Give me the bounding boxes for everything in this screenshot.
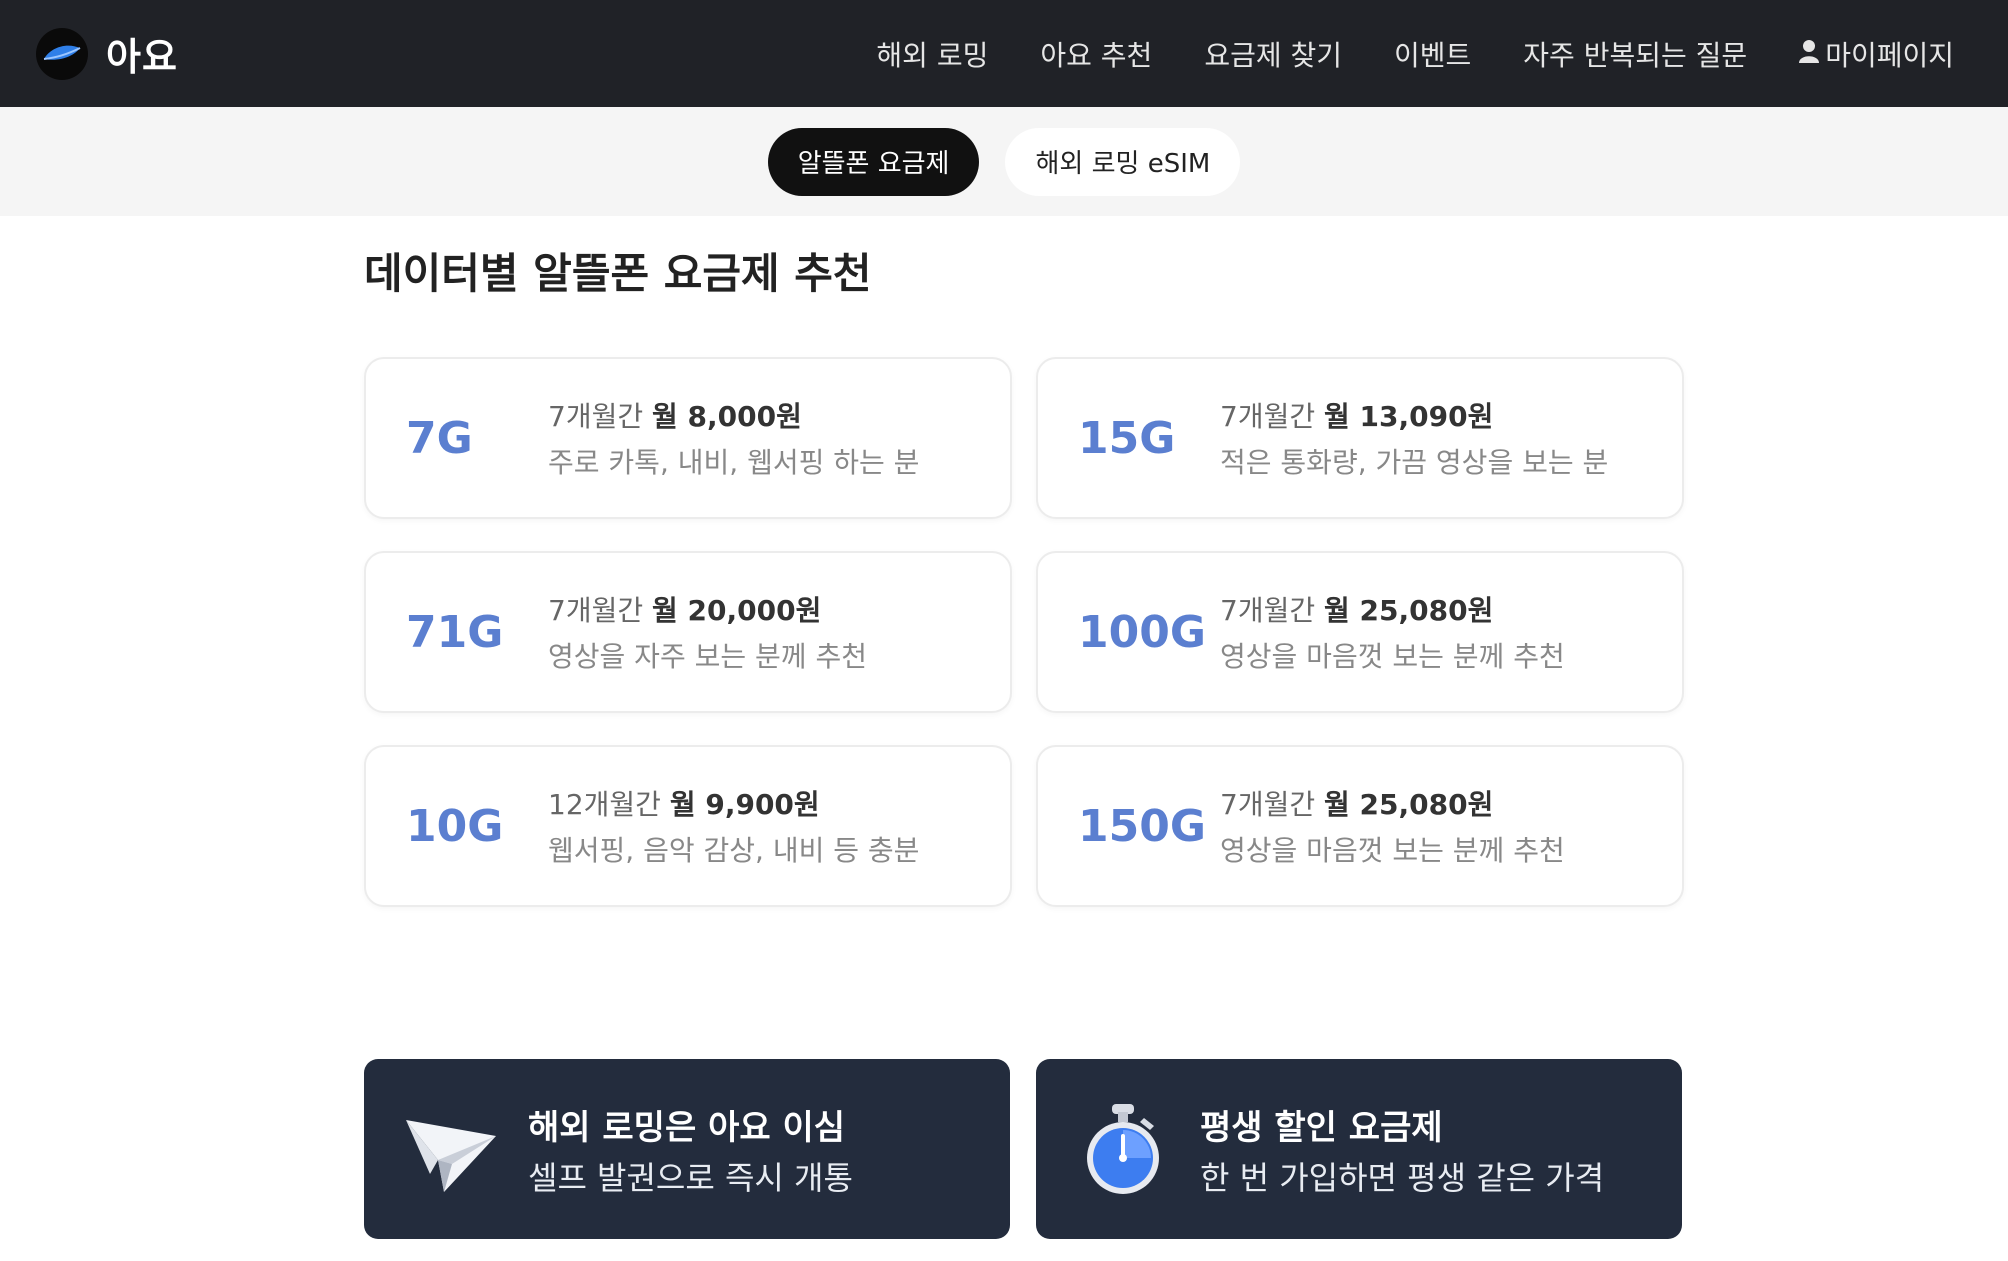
- nav-find-plan[interactable]: 요금제 찾기: [1204, 34, 1342, 74]
- plan-period: 12개월간: [548, 788, 661, 821]
- plan-price: 월 8,000원: [652, 400, 802, 433]
- main-content: 데이터별 알뜰폰 요금제 추천 7G 7개월간 월 8,000원 주로 카톡, …: [344, 240, 1684, 1239]
- plan-price-line: 7개월간 월 25,080원: [1220, 589, 1565, 629]
- plan-info: 7개월간 월 20,000원 영상을 자주 보는 분께 추천: [548, 589, 867, 675]
- plan-period: 7개월간: [1220, 594, 1316, 627]
- logo-mark-icon: [36, 27, 88, 80]
- plan-data-amount: 100G: [1078, 606, 1206, 658]
- plan-info: 7개월간 월 25,080원 영상을 마음껏 보는 분께 추천: [1220, 589, 1565, 675]
- plan-price-line: 7개월간 월 20,000원: [548, 589, 867, 629]
- plan-info: 12개월간 월 9,900원 웹서핑, 음악 감상, 내비 등 충분: [548, 783, 919, 869]
- nav-roaming[interactable]: 해외 로밍: [876, 34, 988, 74]
- promo-text: 해외 로밍은 아요 이심 셀프 발권으로 즉시 개통: [528, 1100, 853, 1199]
- tab-mvno-plans[interactable]: 알뜰폰 요금제: [767, 127, 980, 196]
- plan-card-15g[interactable]: 15G 7개월간 월 13,090원 적은 통화량, 가끔 영상을 보는 분: [1036, 357, 1684, 519]
- promo-title: 평생 할인 요금제: [1200, 1107, 1443, 1148]
- plan-price-line: 7개월간 월 13,090원: [1220, 395, 1608, 435]
- plan-price: 월 20,000원: [652, 594, 822, 627]
- plan-period: 7개월간: [548, 594, 644, 627]
- stopwatch-icon: [1074, 1100, 1172, 1198]
- plan-price-line: 7개월간 월 8,000원: [548, 395, 919, 435]
- plan-card-7g[interactable]: 7G 7개월간 월 8,000원 주로 카톡, 내비, 웹서핑 하는 분: [364, 357, 1012, 519]
- plan-description: 영상을 자주 보는 분께 추천: [548, 640, 867, 673]
- promo-banners: 해외 로밍은 아요 이심 셀프 발권으로 즉시 개통 평생 할인 요금제 한 번…: [364, 1059, 1682, 1239]
- plan-price-line: 7개월간 월 25,080원: [1220, 783, 1565, 823]
- plan-data-amount: 7G: [406, 412, 473, 464]
- plan-price-line: 12개월간 월 9,900원: [548, 783, 919, 823]
- nav-mypage-label: 마이페이지: [1825, 38, 1954, 72]
- top-navigation-bar: 아요 해외 로밍 아요 추천 요금제 찾기 이벤트 자주 반복되는 질문 마이페…: [0, 0, 2008, 107]
- plan-description: 적은 통화량, 가끔 영상을 보는 분: [1220, 446, 1609, 479]
- category-tabs: 알뜰폰 요금제 해외 로밍 eSIM: [0, 107, 2008, 216]
- promo-text: 평생 할인 요금제 한 번 가입하면 평생 같은 가격: [1200, 1100, 1604, 1199]
- plan-data-amount: 71G: [406, 606, 504, 658]
- page-title: 데이터별 알뜰폰 요금제 추천: [364, 249, 872, 298]
- promo-title: 해외 로밍은 아요 이심: [528, 1107, 846, 1148]
- nav-ayo-recommend[interactable]: 아요 추천: [1040, 34, 1152, 74]
- plan-data-amount: 10G: [406, 800, 504, 852]
- plan-info: 7개월간 월 25,080원 영상을 마음껏 보는 분께 추천: [1220, 783, 1565, 869]
- plan-description: 영상을 마음껏 보는 분께 추천: [1220, 834, 1565, 867]
- paper-plane-icon: [402, 1100, 500, 1198]
- nav-mypage[interactable]: 마이페이지: [1799, 34, 1954, 74]
- nav-events[interactable]: 이벤트: [1394, 34, 1471, 74]
- plan-period: 7개월간: [1220, 788, 1316, 821]
- plan-info: 7개월간 월 13,090원 적은 통화량, 가끔 영상을 보는 분: [1220, 395, 1608, 481]
- plan-price: 월 9,900원: [669, 788, 820, 821]
- plan-grid: 7G 7개월간 월 8,000원 주로 카톡, 내비, 웹서핑 하는 분 15G…: [364, 357, 1684, 907]
- user-icon: [1799, 37, 1820, 70]
- plan-price: 월 25,080원: [1324, 788, 1494, 821]
- plan-price: 월 13,090원: [1324, 400, 1494, 433]
- promo-subtitle: 한 번 가입하면 평생 같은 가격: [1200, 1158, 1605, 1197]
- promo-lifetime-discount[interactable]: 평생 할인 요금제 한 번 가입하면 평생 같은 가격: [1036, 1059, 1682, 1239]
- plan-info: 7개월간 월 8,000원 주로 카톡, 내비, 웹서핑 하는 분: [548, 395, 919, 481]
- plan-description: 영상을 마음껏 보는 분께 추천: [1220, 640, 1565, 673]
- plan-data-amount: 15G: [1078, 412, 1176, 464]
- promo-roaming-esim[interactable]: 해외 로밍은 아요 이심 셀프 발권으로 즉시 개통: [364, 1059, 1010, 1239]
- plan-card-10g[interactable]: 10G 12개월간 월 9,900원 웹서핑, 음악 감상, 내비 등 충분: [364, 745, 1012, 907]
- tab-roaming-esim[interactable]: 해외 로밍 eSIM: [1005, 127, 1241, 196]
- nav-faq[interactable]: 자주 반복되는 질문: [1523, 34, 1747, 74]
- plan-price: 월 25,080원: [1324, 594, 1494, 627]
- plan-period: 7개월간: [1220, 400, 1316, 433]
- plan-description: 주로 카톡, 내비, 웹서핑 하는 분: [548, 446, 920, 479]
- plan-card-71g[interactable]: 71G 7개월간 월 20,000원 영상을 자주 보는 분께 추천: [364, 551, 1012, 713]
- plan-card-100g[interactable]: 100G 7개월간 월 25,080원 영상을 마음껏 보는 분께 추천: [1036, 551, 1684, 713]
- logo[interactable]: 아요: [36, 26, 178, 81]
- logo-text: 아요: [106, 35, 178, 79]
- plan-period: 7개월간: [548, 400, 644, 433]
- plan-card-150g[interactable]: 150G 7개월간 월 25,080원 영상을 마음껏 보는 분께 추천: [1036, 745, 1684, 907]
- main-nav: 해외 로밍 아요 추천 요금제 찾기 이벤트 자주 반복되는 질문 마이페이지: [876, 34, 1972, 74]
- plan-data-amount: 150G: [1078, 800, 1206, 852]
- promo-subtitle: 셀프 발권으로 즉시 개통: [528, 1158, 853, 1197]
- plan-description: 웹서핑, 음악 감상, 내비 등 충분: [548, 834, 920, 867]
